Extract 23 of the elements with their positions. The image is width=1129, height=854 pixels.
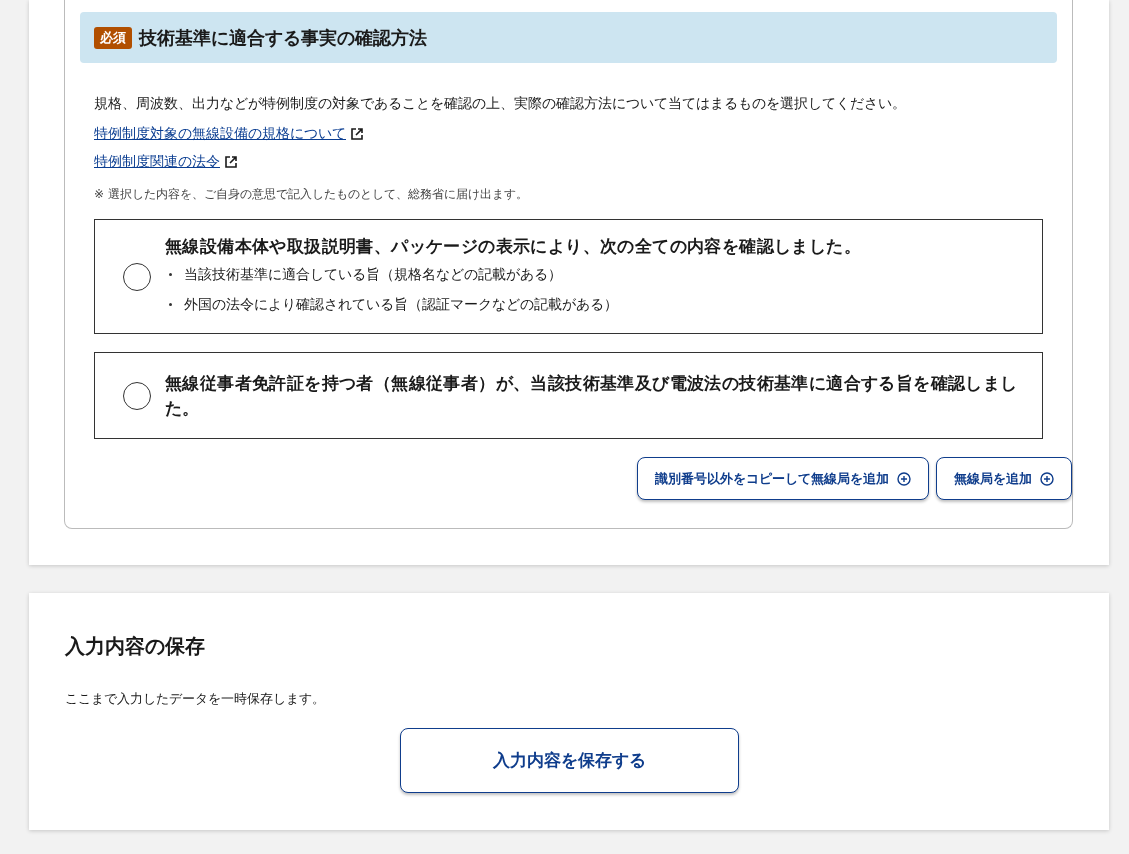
link[interactable]: 特例制度関連の法令 <box>94 153 220 171</box>
plus-circle-icon <box>1040 471 1054 486</box>
bullet-mark <box>169 302 172 306</box>
external-link-icon <box>350 127 364 141</box>
save-button[interactable]: 入力内容を保存する <box>399 728 739 793</box>
description-text: 規格、周波数、出力などが特例制度の対象であることを確認の上、実際の確認方法について当てはまるものを選択してください。 <box>94 94 907 112</box>
plus-circle-icon <box>897 471 911 486</box>
link[interactable]: 特例制度対象の無線設備の規格について <box>94 125 346 143</box>
required-badge: 必須 <box>94 26 132 49</box>
note-text: ※ 選択した内容を、ご自身の意思で記入したものとして、総務省に届け出ます。 <box>94 186 529 203</box>
option-label: 無線設備本体や取扱説明書、パッケージの表示により、次の全ての内容を確認しました。 <box>165 236 862 258</box>
save-title: 入力内容の保存 <box>65 633 206 660</box>
bullet-mark <box>169 272 172 276</box>
add-button[interactable]: 識別番号以外をコピーして無線局を追加 <box>637 457 929 500</box>
option-label: 無線従事者免許証を持つ者（無線従事者）が、当該技術基準及び電波法の技術基準に適合する旨を確認しました。 <box>165 372 1019 420</box>
bullet-text: 外国の法令により確認されている旨（認証マークなどの記載がある） <box>184 295 618 314</box>
section-title: 技術基準に適合する事実の確認方法 <box>139 25 427 50</box>
add-button[interactable]: 無線局を追加 <box>936 457 1072 500</box>
radio-option[interactable]: 無線従事者免許証を持つ者（無線従事者）が、当該技術基準及び電波法の技術基準に適合する旨を確認しました。 <box>94 352 1043 439</box>
bullet-text: 当該技術基準に適合している旨（規格名などの記載がある） <box>184 265 562 284</box>
external-link-icon <box>224 155 238 169</box>
save-description: ここまで入力したデータを一時保存します。 <box>65 690 326 708</box>
radio-option[interactable]: 無線設備本体や取扱説明書、パッケージの表示により、次の全ての内容を確認しました。 当該技術基準に適合している旨（規格名などの記載がある） 外国の法令により確認されている旨（認証マークなどの記載がある） <box>94 219 1043 334</box>
